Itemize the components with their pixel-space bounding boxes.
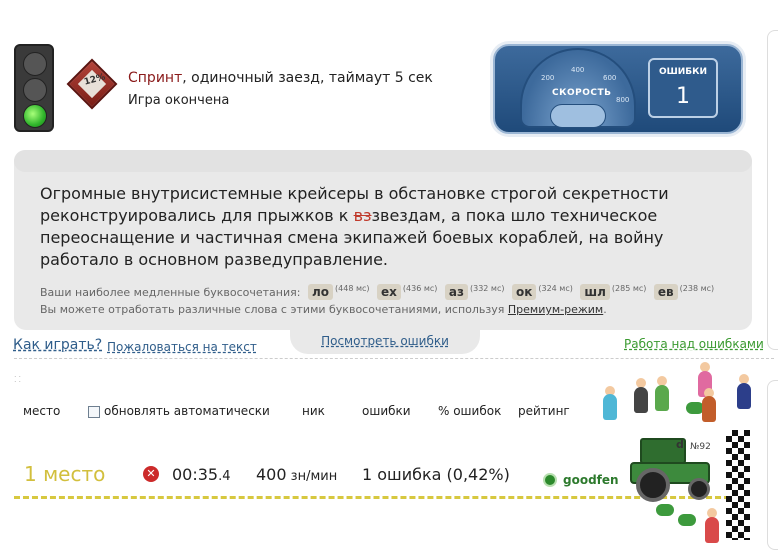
user-avatar-icon (543, 473, 557, 487)
bush-icon (656, 504, 674, 516)
combo: ок (511, 284, 537, 300)
header-errors: ошибки (362, 404, 411, 418)
header-error-pct: % ошибок (438, 404, 502, 418)
race-track (14, 496, 730, 499)
header-auto-refresh[interactable]: обновлять автоматически (104, 404, 270, 418)
spectator-icon (705, 517, 719, 543)
bush-icon (678, 514, 696, 526)
tractor-wheel (688, 478, 710, 500)
gauge-tick: 400 (571, 66, 585, 74)
spectator-icon (634, 387, 648, 413)
side-panel-edge (767, 30, 778, 350)
combo: ех (377, 284, 401, 300)
finish-flag-icon (726, 430, 750, 540)
combo-ms: (324 мс) (538, 284, 573, 293)
premium-link[interactable]: Премиум-режим (508, 303, 603, 316)
spectator-icon (702, 396, 716, 422)
typed-text: Огромные внутрисистемные крейсеры в обст… (40, 183, 730, 271)
auto-refresh-checkbox[interactable] (88, 406, 100, 418)
speed-value: 400 (256, 465, 287, 484)
tractor-wheel (636, 468, 670, 502)
gauge-tick: 600 (603, 74, 617, 82)
yellow-lamp (23, 78, 47, 102)
car-number: №92 (690, 442, 711, 452)
header-nick: ник (302, 404, 325, 418)
errors-label: ОШИБКИ (658, 67, 708, 77)
result-place: 1 место (24, 462, 106, 486)
view-errors-link[interactable]: Посмотреть ошибки (290, 334, 480, 348)
red-lamp (23, 52, 47, 76)
result-errors: 1 ошибка (0,42%) (362, 465, 510, 484)
drag-handle-icon: ⁚⁚ (14, 375, 24, 384)
header-place: место (23, 404, 61, 418)
green-lamp (23, 104, 47, 128)
complain-link[interactable]: Пожаловаться на текст (107, 340, 257, 354)
speed-label: СКОРОСТЬ (552, 88, 612, 98)
gauge-tick: 200 (541, 74, 555, 82)
combo: ев (653, 284, 678, 300)
car-letter: d (676, 438, 684, 451)
combo-ms: (332 мс) (469, 284, 505, 293)
time-fraction: .4 (218, 469, 231, 484)
hint-end: . (603, 303, 607, 316)
game-mode[interactable]: Спринт (128, 70, 182, 86)
errors-count: 1 (676, 84, 690, 109)
speed-unit: зн/мин (286, 469, 338, 484)
traffic-light-icon (14, 44, 54, 132)
side-panel-edge-lower (767, 380, 778, 550)
result-time: 00:35.4 (172, 465, 231, 484)
slow-label: Ваши наиболее медленные буквосочетания: (40, 286, 301, 299)
close-icon[interactable]: ✕ (143, 466, 159, 482)
hint-text: Вы можете отработать различные слова с э… (40, 303, 508, 316)
time-main: 00:35 (172, 465, 219, 484)
text-panel-top (14, 150, 752, 172)
spectator-icon (737, 383, 751, 409)
combo-ms: (448 мс) (335, 284, 370, 293)
combo: ло (307, 284, 334, 300)
gauge-tick: 800 (616, 96, 630, 104)
combo: аз (444, 284, 468, 300)
header-rating: рейтинг (518, 404, 570, 418)
combo-ms: (238 мс) (679, 284, 715, 293)
combo-ms: (436 мс) (402, 284, 438, 293)
how-to-play-link[interactable]: Как играть? (13, 337, 102, 353)
combo: шл (580, 284, 610, 300)
result-user[interactable]: goodfen (563, 473, 619, 487)
slow-combinations: Ваши наиболее медленные буквосочетания: … (40, 284, 714, 300)
game-title: Спринт, одиночный заезд, таймаут 5 сек (128, 70, 433, 86)
game-details: , одиночный заезд, таймаут 5 сек (182, 70, 433, 86)
combo-ms: (285 мс) (611, 284, 647, 293)
text-error: вз (353, 206, 372, 225)
result-speed: 400 зн/мин (256, 465, 337, 484)
work-on-errors-link[interactable]: Работа над ошибками (624, 337, 764, 351)
spectator-icon (603, 394, 617, 420)
divider (14, 358, 774, 359)
spectator-icon (655, 385, 669, 411)
speed-readout (550, 104, 606, 128)
premium-hint: Вы можете отработать различные слова с э… (40, 303, 607, 316)
game-status: Игра окончена (128, 93, 230, 108)
